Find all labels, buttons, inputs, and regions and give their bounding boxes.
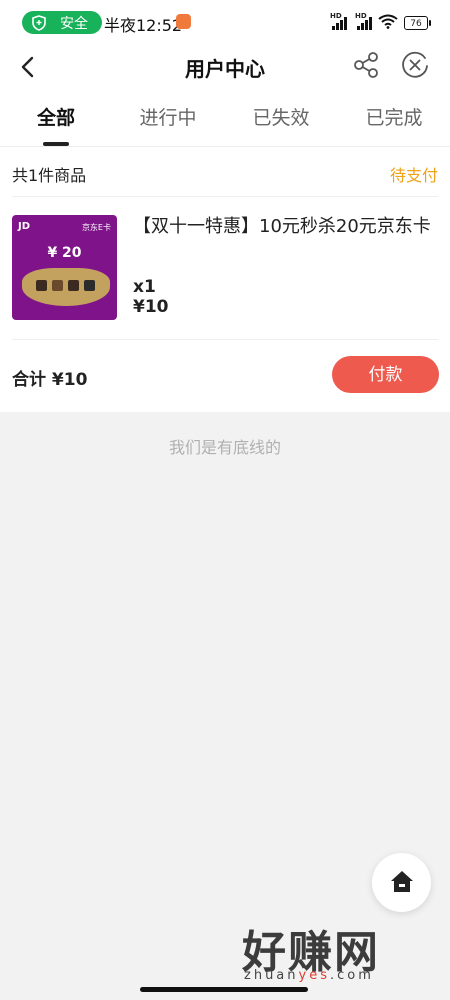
product-row[interactable]: JD 京东E卡 ¥ 20 【双十一特惠】10元秒杀20元京东卡 x1 ¥10 [12,197,438,340]
nav-header: 用户中心 [0,44,450,90]
product-image[interactable]: JD 京东E卡 ¥ 20 [12,215,117,320]
site-watermark: 好赚网 zhuanyes.com [242,916,432,988]
wifi-icon [378,14,398,33]
tab-completed[interactable]: 已完成 [344,103,444,130]
order-tabs: 全部 进行中 已失效 已完成 [0,94,450,147]
active-tab-indicator [43,142,69,146]
order-total: 合计 ¥10 [12,365,87,390]
tab-in-progress[interactable]: 进行中 [118,103,218,130]
close-circle-icon[interactable] [399,49,431,81]
end-of-list-text: 我们是有底线的 [168,438,281,457]
total-label: 合计 [12,370,46,390]
product-title[interactable]: 【双十一特惠】10元秒杀20元京东卡 [133,213,438,241]
order-header: 共1件商品 待支付 [12,148,438,197]
jd-logo: JD [18,221,31,232]
safe-label: 安全 [60,15,88,32]
order-status: 待支付 [389,166,438,185]
watermark-url: zhuanyes.com [244,968,374,983]
status-bar: 安全 半夜12:52 HD HD 76 [0,0,450,44]
tab-all[interactable]: 全部 [6,103,106,130]
share-icon[interactable] [351,49,381,81]
notification-app-icon [176,14,191,29]
safe-badge: 安全 [22,11,102,34]
page-title: 用户中心 [185,57,265,81]
home-button[interactable] [372,853,431,912]
face-value: ¥ 20 [47,245,82,261]
item-count: 共1件商品 [12,166,87,185]
tab-expired[interactable]: 已失效 [231,103,331,130]
product-quantity: x1 [133,277,156,297]
product-price: ¥10 [133,297,169,317]
card-artwork [22,268,110,306]
battery-icon: 76 [404,16,431,30]
signal-icon-2: HD [355,12,372,30]
pay-button[interactable]: 付款 [332,356,439,393]
status-indicators: HD HD 76 [330,12,431,33]
total-value: ¥10 [51,370,88,390]
signal-icon: HD [330,12,347,30]
status-time: 半夜12:52 [104,16,183,35]
shield-icon [31,14,47,31]
home-indicator[interactable] [140,987,308,992]
card-name: 京东E卡 [81,223,111,232]
